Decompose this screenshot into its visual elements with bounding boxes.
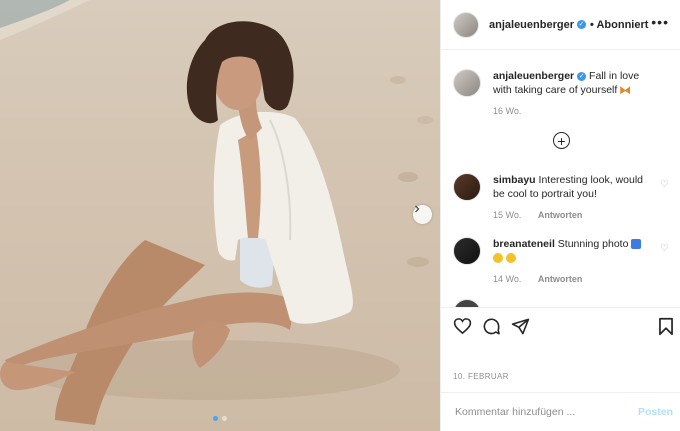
comment-username[interactable]: breanateneil: [493, 238, 555, 250]
caption-time[interactable]: 16 Wo.: [493, 106, 521, 116]
comment-username[interactable]: simbayu: [493, 174, 536, 186]
photo-illustration: [0, 0, 433, 425]
reply-button[interactable]: Antworten: [538, 210, 583, 220]
action-bar: [441, 307, 680, 348]
comments-thread[interactable]: anjaleuenberger ✓ Fall in love with takin…: [441, 51, 680, 307]
post-date[interactable]: 10. FEBRUAR: [453, 372, 509, 381]
comment-item: breanateneil Stunning photo 14 Wo. Antwo…: [453, 237, 675, 286]
comment-text: Stunning photo: [557, 238, 629, 250]
caption-meta: 16 Wo.: [493, 104, 653, 118]
chevron-right-icon: [415, 205, 420, 213]
smile-emoji-icon: [505, 253, 516, 264]
comment-avatar[interactable]: [453, 299, 481, 307]
next-slide-button[interactable]: [413, 205, 432, 224]
verified-badge-icon: ✓: [576, 20, 586, 29]
comment-composer: Posten: [441, 392, 680, 431]
carousel-dot-active: [213, 416, 218, 421]
caption-username[interactable]: anjaleuenberger: [493, 70, 574, 82]
comment-avatar[interactable]: [453, 237, 481, 265]
comment-time[interactable]: 14 Wo.: [493, 274, 521, 284]
more-options-icon[interactable]: •••: [651, 14, 669, 30]
verified-badge-icon: ✓: [577, 71, 587, 81]
comment-avatar[interactable]: [453, 173, 481, 201]
comment-time[interactable]: 15 Wo.: [493, 210, 521, 220]
author-username[interactable]: anjaleuenberger: [489, 19, 574, 31]
comment-item: simbayu Interesting look, would be cool …: [453, 173, 675, 222]
share-paper-plane-icon[interactable]: [511, 317, 530, 336]
carousel-dot: [222, 416, 227, 421]
comment-body: breanateneil Stunning photo 14 Wo. Antwo…: [493, 237, 653, 286]
post-comment-button[interactable]: Posten: [638, 406, 673, 418]
emoji-icon: [631, 239, 642, 250]
reply-button[interactable]: Antworten: [538, 274, 583, 284]
follow-status[interactable]: • Abonniert: [590, 19, 648, 31]
butterfly-emoji-icon: [620, 86, 631, 95]
caption-body: anjaleuenberger ✓ Fall in love with takin…: [493, 69, 653, 118]
like-heart-icon[interactable]: [453, 317, 472, 335]
like-comment-heart-icon[interactable]: ♡: [660, 179, 669, 190]
comment-bubble-icon[interactable]: [482, 317, 501, 336]
comment-input[interactable]: [453, 405, 627, 419]
like-comment-heart-icon[interactable]: ♡: [660, 243, 669, 254]
comment-body: simbayu Interesting look, would be cool …: [493, 173, 653, 222]
post-header: anjaleuenberger ✓ • Abonniert •••: [441, 0, 680, 50]
post-photo[interactable]: [0, 0, 440, 431]
carousel-indicator: [0, 416, 440, 421]
load-more-comments-icon[interactable]: +: [553, 132, 570, 149]
caption-avatar[interactable]: [453, 69, 481, 97]
instagram-post: anjaleuenberger ✓ • Abonniert ••• anjale…: [0, 0, 680, 431]
comment-meta: 15 Wo. Antworten: [493, 208, 653, 222]
caption: anjaleuenberger ✓ Fall in love with takin…: [453, 69, 675, 118]
clap-emoji-icon: [493, 253, 503, 264]
comment-meta: 14 Wo. Antworten: [493, 272, 653, 286]
author-avatar[interactable]: [453, 11, 479, 38]
post-side-panel: anjaleuenberger ✓ • Abonniert ••• anjale…: [440, 0, 680, 431]
comment-item-partial: [453, 299, 675, 307]
save-bookmark-icon[interactable]: [658, 317, 674, 336]
